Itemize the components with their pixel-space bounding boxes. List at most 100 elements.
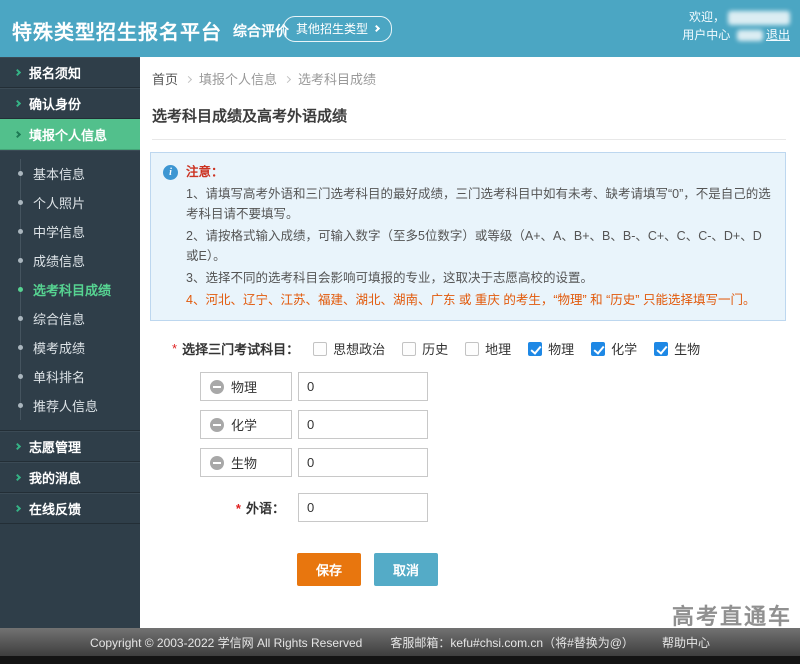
checkbox-physics[interactable]: 物理 [528,339,574,358]
sidebar-item-online-feedback[interactable]: 在线反馈 [0,493,140,524]
physics-score-input[interactable] [298,372,428,401]
checkbox-checked-icon[interactable] [528,342,542,356]
foreign-label-text: 外语： [246,501,285,516]
user-center-link[interactable]: 用户中心 [682,28,730,42]
remove-subject-icon[interactable] [210,380,224,394]
checkbox-label: 地理 [485,339,511,358]
watermark: 高考直通车 [672,599,792,631]
score-row-biology: 生物 [200,448,786,477]
chevron-right-icon [14,69,21,76]
app-header: 特殊类型招生报名平台 综合评价 其他招生类型 欢迎， 用户中心 退出 [0,0,800,57]
breadcrumb-personal-info[interactable]: 填报个人信息 [199,69,277,88]
checkbox-checked-icon[interactable] [654,342,668,356]
checkbox-politics[interactable]: 思想政治 [313,339,385,358]
sidebar-item-label: 在线反馈 [29,499,81,518]
checkbox-biology[interactable]: 生物 [654,339,700,358]
chemistry-score-input[interactable] [298,410,428,439]
checkbox-label: 物理 [548,339,574,358]
bullet-icon [18,200,23,205]
subitem-label: 基本信息 [33,164,85,183]
remove-subject-icon[interactable] [210,456,224,470]
checkbox-checked-icon[interactable] [591,342,605,356]
sidebar-subitem-mock-exam[interactable]: 模考成绩 [18,333,140,362]
notice-box: 注意： 1、请填写高考外语和三门选考科目的最好成绩，三门选考科目中如有未考、缺考… [150,152,786,321]
sidebar-subitem-single-subject-rank[interactable]: 单科排名 [18,362,140,391]
chevron-right-icon [14,505,21,512]
chevron-right-icon [14,443,21,450]
foreign-language-row: * 外语： [200,493,786,522]
sidebar-item-label: 志愿管理 [29,437,81,456]
remove-subject-icon[interactable] [210,418,224,432]
sidebar-subitem-grade-info[interactable]: 成绩信息 [18,246,140,275]
checkbox-chemistry[interactable]: 化学 [591,339,637,358]
other-type-button[interactable]: 其他招生类型 [283,16,392,42]
checkbox-icon[interactable] [465,342,479,356]
redacted-blur [737,30,763,41]
bullet-icon [18,229,23,234]
other-type-label: 其他招生类型 [296,20,368,37]
info-icon [163,165,178,180]
sidebar-subitem-selected-subject-scores[interactable]: 选考科目成绩 [18,275,140,304]
sidebar-item-personal-info[interactable]: 填报个人信息 [0,119,140,150]
sidebar-item-application-management[interactable]: 志愿管理 [0,431,140,462]
breadcrumb-current: 选考科目成绩 [298,69,376,88]
footer-bar: Copyright © 2003-2022 学信网 All Rights Res… [0,628,800,656]
redacted-username [728,11,790,25]
breadcrumb: 首页 填报个人信息 选考科目成绩 [152,69,786,88]
app-title: 特殊类型招生报名平台 [12,16,222,45]
sidebar-item-label: 报名须知 [29,63,81,82]
welcome-line: 欢迎， [682,8,790,26]
bullet-icon [18,316,23,321]
chevron-right-icon [14,131,21,138]
cancel-button[interactable]: 取消 [374,553,438,586]
logout-link[interactable]: 退出 [766,28,790,42]
sidebar-subitem-comprehensive-info[interactable]: 综合信息 [18,304,140,333]
notice-line-4: 4、河北、辽宁、江苏、福建、湖北、湖南、广东 或 重庆 的考生，“物理” 和 “… [163,290,773,310]
notice-line-1: 1、请填写高考外语和三门选考科目的最好成绩，三门选考科目中如有未考、缺考请填写“… [163,184,773,224]
main-content: 首页 填报个人信息 选考科目成绩 选考科目成绩及高考外语成绩 注意： 1、请填写… [140,57,800,628]
chevron-right-icon [373,25,380,32]
bullet-icon [18,171,23,176]
bullet-icon [18,403,23,408]
subject-chip-chemistry: 化学 [200,410,292,439]
biology-score-input[interactable] [298,448,428,477]
chevron-right-icon [14,100,21,107]
sidebar-subitem-school-info[interactable]: 中学信息 [18,217,140,246]
subject-select-row: * 选择三门考试科目： 思想政治 历史 地理 物理 化学 [172,339,786,358]
sidebar-item-my-messages[interactable]: 我的消息 [0,462,140,493]
sidebar-item-label: 确认身份 [29,94,81,113]
subject-chip-label: 物理 [231,377,257,396]
sidebar-subitem-recommender-info[interactable]: 推荐人信息 [18,391,140,420]
checkbox-icon[interactable] [313,342,327,356]
help-center-link[interactable]: 帮助中心 [662,634,710,651]
bullet-icon [18,287,23,292]
action-buttons: 保存 取消 [297,553,786,586]
sidebar-subitem-basic-info[interactable]: 基本信息 [18,159,140,188]
chevron-right-icon [14,474,21,481]
checkbox-history[interactable]: 历史 [402,339,448,358]
subitem-label: 综合信息 [33,309,85,328]
user-links: 用户中心 退出 [682,26,790,44]
sidebar-subitem-photo[interactable]: 个人照片 [18,188,140,217]
subject-chip-physics: 物理 [200,372,292,401]
checkbox-icon[interactable] [402,342,416,356]
checkbox-geography[interactable]: 地理 [465,339,511,358]
score-rows: 物理 化学 生物 [200,372,786,477]
breadcrumb-home[interactable]: 首页 [152,69,178,88]
page-title: 选考科目成绩及高考外语成绩 [152,105,786,140]
sidebar-item-signup-notice[interactable]: 报名须知 [0,57,140,88]
user-area: 欢迎， 用户中心 退出 [682,8,790,44]
sidebar-item-confirm-identity[interactable]: 确认身份 [0,88,140,119]
foreign-language-score-input[interactable] [298,493,428,522]
checkbox-label: 历史 [422,339,448,358]
notice-line-2: 2、请按格式输入成绩，可输入数字（至多5位数字）或等级（A+、A、B+、B、B-… [163,226,773,266]
welcome-text: 欢迎， [689,10,725,24]
score-row-physics: 物理 [200,372,786,401]
save-button[interactable]: 保存 [297,553,361,586]
subitem-label: 成绩信息 [33,251,85,270]
checkbox-label: 化学 [611,339,637,358]
bullet-icon [18,374,23,379]
notice-title: 注意： [186,162,224,182]
required-mark: * [236,501,241,516]
bullet-icon [18,258,23,263]
